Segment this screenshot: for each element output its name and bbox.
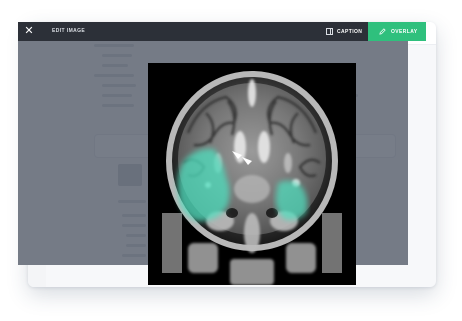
overlay-button[interactable]: OVERLAY xyxy=(368,22,426,41)
pencil-icon xyxy=(379,28,386,35)
close-icon[interactable]: ✕ xyxy=(23,25,35,37)
caption-button[interactable]: CAPTION xyxy=(320,22,368,41)
overlay-label: OVERLAY xyxy=(391,28,418,35)
caption-panel-icon xyxy=(326,28,333,35)
mri-image-canvas[interactable] xyxy=(148,63,356,285)
editor-title: EDIT IMAGE xyxy=(52,28,86,34)
caption-label: CAPTION xyxy=(337,28,363,35)
mri-scan-image xyxy=(148,63,356,285)
editor-toolbar: ✕ EDIT IMAGE CAPTION OVERLAY xyxy=(18,22,426,41)
